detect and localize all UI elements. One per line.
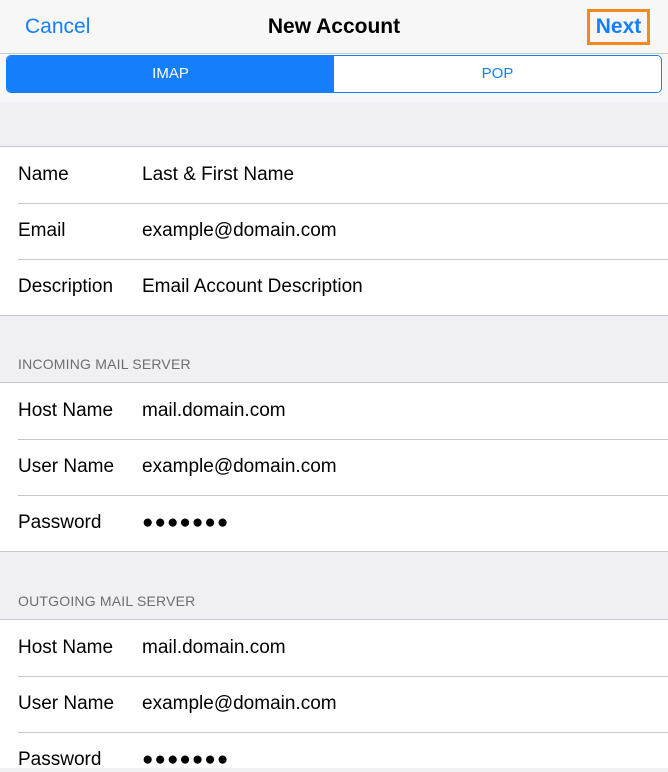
- outgoing-user-field[interactable]: example@domain.com: [142, 692, 642, 716]
- outgoing-password-label: Password: [18, 749, 102, 770]
- email-field[interactable]: example@domain.com: [142, 219, 642, 243]
- outgoing-user-row: User Name example@domain.com: [0, 676, 668, 732]
- incoming-password-row: Password ●●●●●●●: [0, 495, 668, 551]
- incoming-user-field[interactable]: example@domain.com: [142, 455, 642, 479]
- segment-imap[interactable]: IMAP: [7, 56, 334, 92]
- outgoing-user-label: User Name: [18, 693, 115, 714]
- segmented-control-bar: IMAP POP: [0, 54, 668, 102]
- description-row: Description Email Account Description: [0, 259, 668, 315]
- incoming-host-field[interactable]: mail.domain.com: [142, 399, 642, 423]
- incoming-password-field[interactable]: ●●●●●●●: [142, 511, 642, 535]
- outgoing-password-row: Password ●●●●●●●: [0, 732, 668, 770]
- name-row: Name Last & First Name: [0, 147, 668, 203]
- incoming-host-row: Host Name mail.domain.com: [0, 383, 668, 439]
- next-button[interactable]: Next: [587, 9, 650, 45]
- name-field[interactable]: Last & First Name: [142, 163, 642, 187]
- email-label: Email: [18, 220, 66, 241]
- name-label: Name: [18, 164, 69, 185]
- outgoing-server-group: Host Name mail.domain.com User Name exam…: [0, 619, 668, 770]
- outgoing-password-field[interactable]: ●●●●●●●: [142, 748, 642, 772]
- outgoing-section-header: OUTGOING MAIL SERVER: [18, 593, 196, 609]
- segment-pop[interactable]: POP: [334, 56, 661, 92]
- incoming-host-label: Host Name: [18, 400, 114, 421]
- description-field[interactable]: Email Account Description: [142, 275, 642, 299]
- page-title: New Account: [267, 15, 401, 38]
- incoming-password-label: Password: [18, 512, 102, 533]
- account-info-group: Name Last & First Name Email example@dom…: [0, 146, 668, 316]
- incoming-user-label: User Name: [18, 456, 115, 477]
- incoming-user-row: User Name example@domain.com: [0, 439, 668, 495]
- outgoing-host-row: Host Name mail.domain.com: [0, 620, 668, 676]
- email-row: Email example@domain.com: [0, 203, 668, 259]
- incoming-section-header: INCOMING MAIL SERVER: [18, 356, 191, 372]
- navigation-bar: Cancel New Account Next: [0, 0, 668, 54]
- incoming-server-group: Host Name mail.domain.com User Name exam…: [0, 382, 668, 552]
- description-label: Description: [18, 276, 114, 297]
- outgoing-host-label: Host Name: [18, 637, 114, 658]
- protocol-segmented-control: IMAP POP: [6, 55, 662, 93]
- outgoing-host-field[interactable]: mail.domain.com: [142, 636, 642, 660]
